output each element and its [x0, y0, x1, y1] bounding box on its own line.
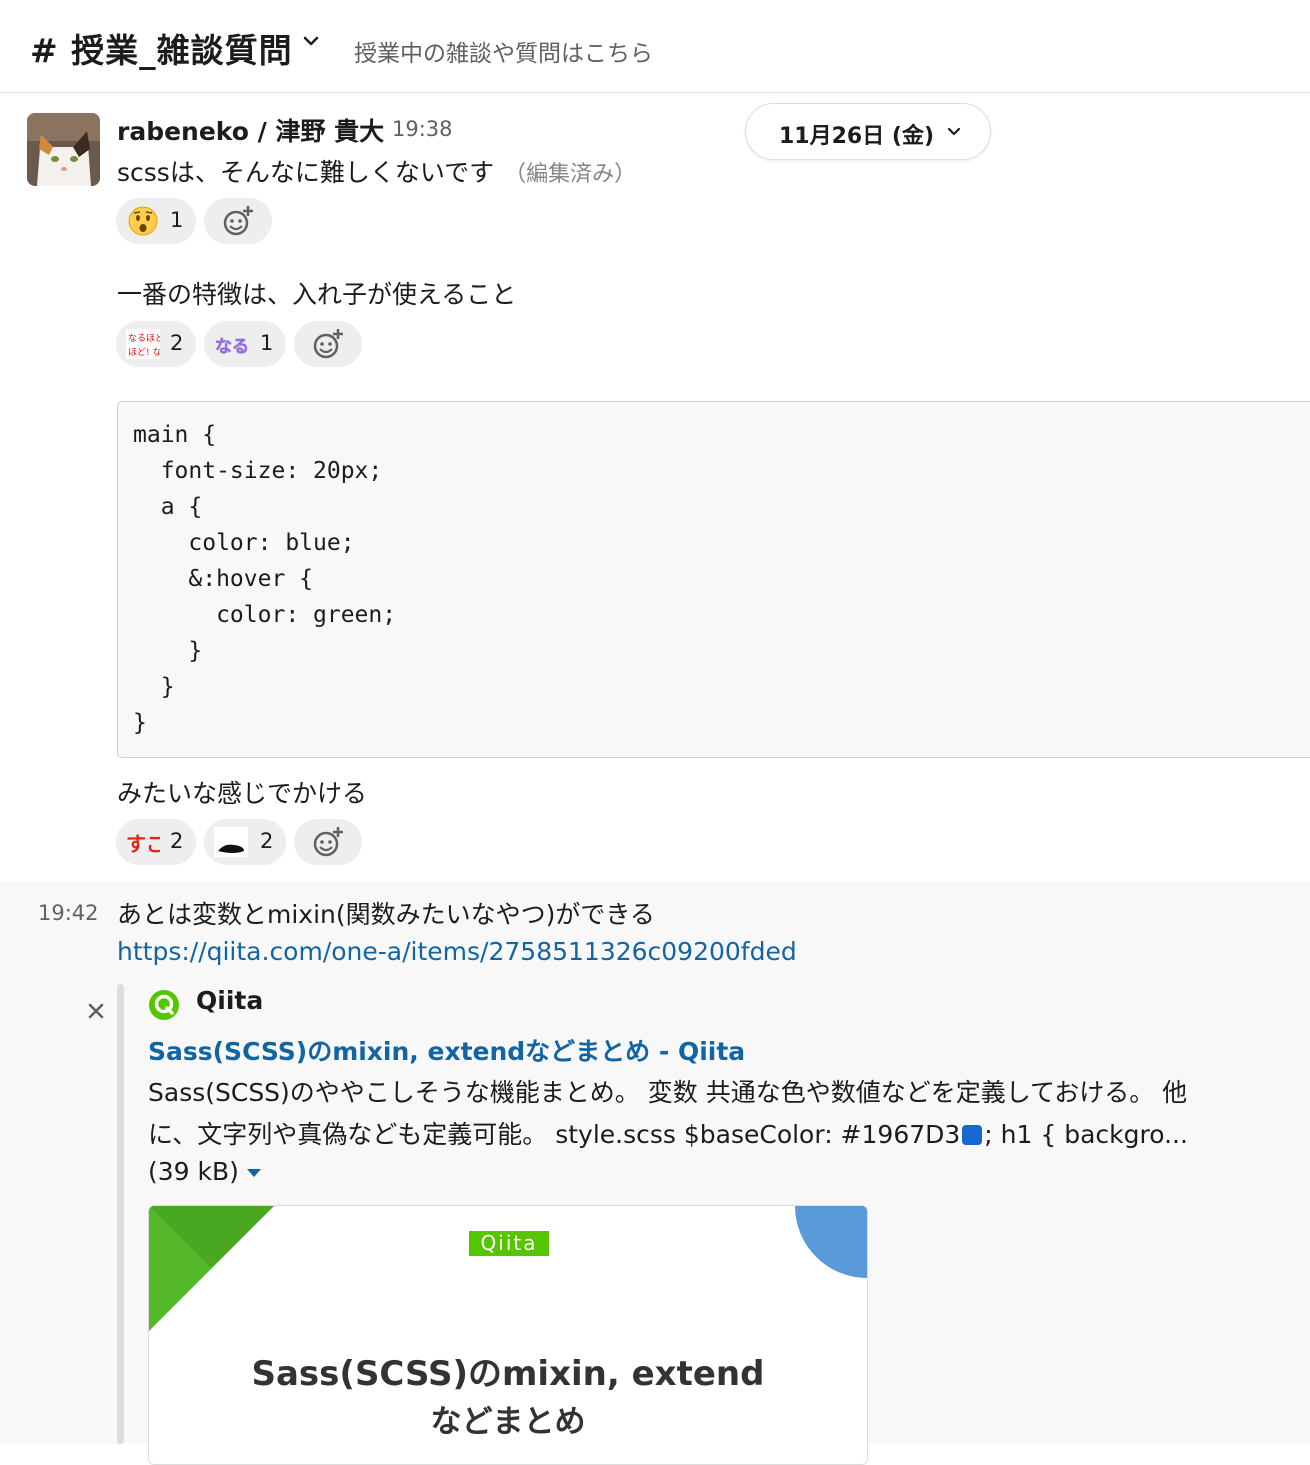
qiita-logo-icon: [149, 990, 179, 1020]
message-text: みたいな感じでかける: [117, 779, 368, 808]
date-divider-button[interactable]: 11月26日 (金): [745, 103, 991, 160]
add-reaction-icon: [313, 827, 343, 857]
add-reaction-icon: [313, 329, 343, 359]
preview-title: Sass(SCSS)のmixin, extend: [251, 1354, 765, 1394]
code-line: a {: [133, 494, 203, 520]
reaction-count: 1: [170, 208, 184, 232]
unfurl-size-toggle[interactable]: (39 kB): [148, 1157, 261, 1186]
reaction-naruhodo-red[interactable]: なるほど! す ほど! なる 2: [116, 321, 196, 367]
add-reaction-icon: [223, 206, 253, 236]
message-text: scssは、そんなに難しくないです （編集済み）: [117, 153, 636, 189]
code-line: color: green;: [133, 602, 397, 628]
date-divider-label: 11月26日 (金): [779, 124, 934, 149]
unfurl-title-link[interactable]: Sass(SCSS)のmixin, extendなどまとめ - Qiita: [148, 1032, 745, 1068]
chevron-down-icon[interactable]: [300, 30, 322, 52]
unfurl-size: (39 kB): [148, 1157, 239, 1186]
message-timestamp[interactable]: 19:38: [392, 117, 453, 141]
code-line: color: blue;: [133, 530, 355, 556]
custom-emoji-icon: すご: [126, 832, 160, 856]
add-reaction-button[interactable]: [204, 198, 272, 244]
svg-text:すご: すご: [126, 832, 160, 856]
custom-emoji-icon: なるほど! す ほど! なる: [126, 329, 160, 359]
reaction-count: 2: [170, 331, 184, 355]
reaction-naruhodo-purple[interactable]: なる 1: [204, 321, 286, 367]
code-block: main { font-size: 20px; a { color: blue;…: [117, 401, 1310, 758]
unfurl-description: Sass(SCSS)のややこしそうな機能まとめ。 変数 共通な色や数値などを定義…: [148, 1078, 1188, 1107]
add-reaction-button[interactable]: [294, 321, 362, 367]
svg-text:ほど! なる: ほど! なる: [128, 347, 160, 358]
attachment-bar: [117, 984, 124, 1444]
message-link[interactable]: https://qiita.com/one-a/items/2758511326…: [117, 937, 797, 966]
chevron-down-icon: [947, 127, 961, 136]
edited-marker: （編集済み）: [504, 162, 637, 187]
preview-qiita-logo: Qiita: [469, 1231, 549, 1256]
preview-title: などまとめ: [430, 1404, 586, 1440]
message-text: 一番の特徴は、入れ子が使えること: [117, 280, 517, 309]
message-author[interactable]: rabeneko / 津野 貴大: [117, 112, 384, 148]
channel-header: # 授業_雑談質問 授業中の雑談や質問はこちら: [0, 0, 1310, 93]
unfurl-description-text: ; h1 { backgro...: [984, 1120, 1188, 1149]
reaction-astonished[interactable]: 1: [116, 198, 196, 244]
green-corner-shape: [149, 1206, 274, 1331]
astonished-emoji-icon: [128, 206, 158, 236]
reaction-custom-blob[interactable]: 2: [204, 819, 286, 865]
blue-corner-shape: [795, 1206, 867, 1278]
channel-topic[interactable]: 授業中の雑談や質問はこちら: [354, 34, 653, 68]
message-timestamp[interactable]: 19:42: [38, 901, 99, 925]
message-body: scssは、そんなに難しくないです: [117, 158, 495, 187]
svg-text:なるほど! す: なるほど! す: [128, 333, 160, 344]
code-line: }: [133, 674, 175, 700]
unfurl-description-text: に、文字列や真偽なども定義可能。 style.scss $baseColor: …: [148, 1120, 961, 1149]
color-swatch: [962, 1125, 983, 1145]
custom-emoji-icon: [214, 827, 248, 857]
close-icon[interactable]: [85, 1000, 107, 1022]
avatar[interactable]: [27, 113, 100, 186]
unfurl-site-name[interactable]: Qiita: [196, 986, 263, 1015]
reaction-count: 1: [260, 331, 274, 355]
code-line: }: [133, 710, 147, 736]
custom-emoji-icon: なる: [215, 337, 248, 358]
message-text: あとは変数とmixin(関数みたいなやつ)ができる: [117, 900, 655, 929]
code-line: font-size: 20px;: [133, 458, 383, 484]
code-line: }: [133, 638, 203, 664]
preview-logo-text: Qiita: [480, 1231, 538, 1255]
channel-name-button[interactable]: # 授業_雑談質問: [30, 24, 293, 72]
code-line: &:hover {: [133, 566, 314, 592]
code-line: main {: [133, 422, 217, 448]
reaction-count: 2: [260, 829, 274, 853]
unfurl-preview-image[interactable]: Qiita Sass(SCSS)のmixin, extend などまとめ: [148, 1205, 868, 1465]
add-reaction-button[interactable]: [294, 819, 362, 865]
unfurl-description: に、文字列や真偽なども定義可能。 style.scss $baseColor: …: [148, 1115, 1188, 1151]
reaction-count: 2: [170, 829, 184, 853]
svg-text:なる: なる: [215, 337, 248, 357]
reaction-sugoi[interactable]: すご 2: [116, 819, 196, 865]
caret-down-icon: [246, 1169, 261, 1177]
